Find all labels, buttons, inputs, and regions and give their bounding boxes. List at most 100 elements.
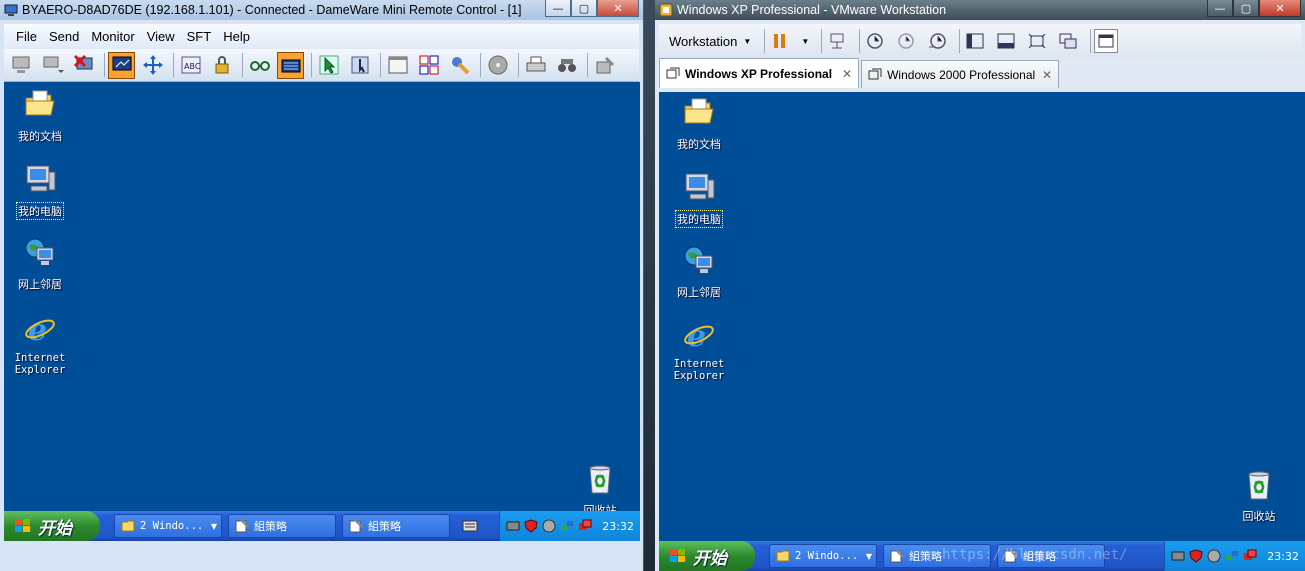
disc-icon bbox=[488, 55, 507, 75]
svg-text:e: e bbox=[28, 313, 47, 346]
desktop-icon-my-computer[interactable]: 我的电脑 bbox=[663, 170, 735, 228]
maximize-button[interactable]: ▢ bbox=[571, 0, 597, 17]
desktop-icon-recycle-bin[interactable]: 回收站 bbox=[564, 462, 636, 518]
menu-file[interactable]: File bbox=[16, 29, 37, 44]
antivirus-icon[interactable] bbox=[1207, 549, 1221, 563]
internet-explorer-icon: e bbox=[25, 313, 55, 348]
recycle-bin-icon bbox=[589, 465, 611, 494]
system-tray: 23:32 bbox=[499, 511, 640, 541]
taskbar-button-label: 組策略 bbox=[368, 520, 401, 533]
send-ctrl-alt-del-button[interactable] bbox=[825, 29, 849, 53]
clock: 23:32 bbox=[1267, 549, 1299, 563]
vm-tray-icon[interactable] bbox=[1171, 549, 1185, 563]
full-screen-button[interactable] bbox=[1025, 29, 1049, 53]
move-button[interactable] bbox=[139, 52, 166, 79]
full-screen-icon bbox=[1028, 33, 1046, 49]
connect-dropdown-button[interactable] bbox=[39, 52, 66, 79]
menu-monitor[interactable]: Monitor bbox=[91, 29, 134, 44]
wrench-icon bbox=[451, 57, 469, 75]
dameware-menubar: File Send Monitor View SFT Help bbox=[4, 24, 639, 49]
cursor-icon bbox=[319, 55, 338, 75]
vm-tray-icon[interactable] bbox=[506, 519, 520, 533]
desktop-icon-my-computer[interactable]: 我的电脑 bbox=[4, 162, 76, 220]
minimize-button[interactable]: — bbox=[545, 0, 571, 17]
desktop-icon-network[interactable]: 网上邻居 bbox=[4, 236, 76, 292]
desktop-icon-recycle-bin[interactable]: 回收站 bbox=[1223, 468, 1295, 524]
remote-desktop[interactable]: 我的文档 我的电脑 网上邻居 e Internet Explorer 回收站 开… bbox=[4, 82, 640, 541]
search-button[interactable] bbox=[553, 52, 580, 79]
desktop-icon-network[interactable]: 网上邻居 bbox=[663, 244, 735, 300]
lock-button[interactable] bbox=[208, 52, 235, 79]
disconnect-icon bbox=[73, 54, 92, 70]
thumbnail-bar-button[interactable] bbox=[994, 29, 1018, 53]
unity-button[interactable] bbox=[1056, 29, 1080, 53]
close-button[interactable]: ✕ bbox=[1259, 0, 1301, 17]
show-library-button[interactable] bbox=[963, 29, 987, 53]
workstation-menu-label: Workstation bbox=[669, 33, 738, 49]
tab-label: Windows XP Professional bbox=[685, 66, 833, 81]
taskbar-button-windows-group[interactable]: 2 Windo... ▼ bbox=[769, 544, 877, 568]
shield-icon[interactable] bbox=[524, 519, 538, 533]
toolbar-separator bbox=[311, 53, 312, 77]
network-icon[interactable] bbox=[560, 519, 574, 533]
close-icon[interactable]: ✕ bbox=[842, 67, 852, 81]
menu-help[interactable]: Help bbox=[223, 29, 250, 44]
desktop-icon-my-documents[interactable]: 我的文档 bbox=[4, 88, 76, 144]
disconnect-button[interactable] bbox=[70, 52, 97, 79]
taskbar-button-group-policy[interactable]: 組策略 bbox=[342, 514, 450, 538]
desktop-icon-internet-explorer[interactable]: e Internet Explorer bbox=[663, 318, 735, 382]
print-button[interactable] bbox=[522, 52, 549, 79]
cursor-mode-button[interactable] bbox=[346, 52, 373, 79]
connect-button[interactable] bbox=[8, 52, 35, 79]
vmware-titlebar[interactable]: Windows XP Professional - VMware Worksta… bbox=[655, 0, 1305, 20]
window-button[interactable] bbox=[384, 52, 411, 79]
shield-icon[interactable] bbox=[1189, 549, 1203, 563]
remote-connection-icon[interactable] bbox=[1243, 549, 1257, 563]
start-button[interactable]: 开始 bbox=[659, 541, 755, 571]
desktop-icon-my-documents[interactable]: 我的文档 bbox=[663, 96, 735, 152]
tab-windows-xp[interactable]: Windows XP Professional ✕ bbox=[659, 58, 860, 88]
console-view-button[interactable] bbox=[1094, 29, 1119, 53]
antivirus-icon[interactable] bbox=[542, 519, 556, 533]
language-bar[interactable] bbox=[460, 516, 480, 536]
revert-snapshot-button[interactable] bbox=[894, 29, 918, 53]
settings-button[interactable] bbox=[446, 52, 473, 79]
tools-button[interactable] bbox=[591, 52, 618, 79]
menu-view[interactable]: View bbox=[147, 29, 175, 44]
close-icon[interactable]: ✕ bbox=[1042, 68, 1052, 82]
windows-flag-icon bbox=[670, 549, 685, 562]
options-button[interactable] bbox=[415, 52, 442, 79]
toolbar-separator bbox=[173, 53, 174, 77]
start-button[interactable]: 开始 bbox=[4, 511, 100, 541]
workstation-menu-button[interactable]: Workstation ▼ bbox=[669, 34, 751, 49]
menu-send[interactable]: Send bbox=[49, 29, 79, 44]
network-icon[interactable] bbox=[1225, 549, 1239, 563]
taskbar-button-windows-group[interactable]: 2 Windo... ▼ bbox=[114, 514, 222, 538]
remote-connection-icon[interactable] bbox=[578, 519, 592, 533]
cd-button[interactable] bbox=[484, 52, 511, 79]
pointer-button[interactable] bbox=[315, 52, 342, 79]
view-only-button[interactable] bbox=[108, 51, 135, 79]
close-button[interactable]: ✕ bbox=[597, 0, 639, 17]
taskbar-button-label: 2 Windo... bbox=[140, 520, 204, 532]
snapshot-manager-button[interactable] bbox=[925, 29, 949, 53]
minimize-button[interactable]: — bbox=[1207, 0, 1233, 17]
dameware-titlebar[interactable]: BYAERO-D8AD76DE (192.168.1.101) - Connec… bbox=[0, 0, 643, 20]
start-label: 开始 bbox=[38, 518, 72, 539]
tab-windows-2000[interactable]: Windows 2000 Professional ✕ bbox=[861, 60, 1060, 88]
lock-icon bbox=[215, 56, 228, 74]
menu-sft[interactable]: SFT bbox=[187, 29, 212, 44]
computer-icon bbox=[43, 56, 64, 73]
send-keys-button[interactable] bbox=[277, 51, 304, 79]
power-dropdown-button[interactable]: ▼ bbox=[799, 29, 811, 53]
pause-button[interactable] bbox=[768, 29, 792, 53]
desktop-icon-internet-explorer[interactable]: e Internet Explorer bbox=[4, 312, 76, 376]
computer-icon bbox=[26, 165, 56, 192]
capture-button[interactable] bbox=[246, 52, 273, 79]
snapshot-button[interactable] bbox=[863, 29, 887, 53]
taskbar-button-group-policy[interactable]: 組策略 bbox=[228, 514, 336, 538]
vm-desktop[interactable]: 我的文档 我的电脑 网上邻居 e Internet Explorer 回收站 开… bbox=[659, 92, 1305, 571]
keyboard-icon bbox=[462, 520, 478, 532]
keyboard-abc-button[interactable]: ABC bbox=[177, 52, 204, 79]
maximize-button[interactable]: ▢ bbox=[1233, 0, 1259, 17]
